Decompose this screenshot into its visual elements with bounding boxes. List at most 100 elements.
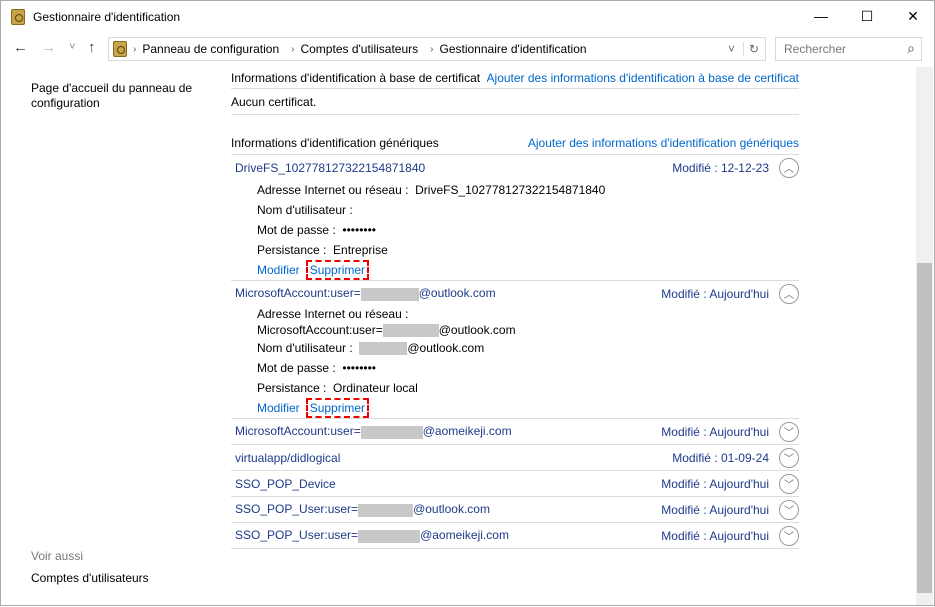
- address-prefix: MicrosoftAccount:user=: [257, 323, 383, 337]
- no-certificate-text: Aucun certificat.: [231, 89, 799, 115]
- name-prefix: SSO_POP_User:user=: [235, 502, 359, 517]
- expand-chevron-icon[interactable]: ﹀: [779, 473, 799, 494]
- password-value: ••••••••: [342, 361, 376, 375]
- search-input[interactable]: Rechercher ⌕: [775, 37, 922, 61]
- modified-date: Modifié : Aujourd'hui: [661, 287, 769, 301]
- modified-label: Modifié :: [661, 424, 707, 439]
- modified-label: Modifié :: [661, 286, 707, 301]
- username-label: Nom d'utilisateur :: [257, 203, 353, 217]
- modified-date: Modifié : Aujourd'hui: [661, 425, 769, 439]
- name-suffix: @aomeikeji.com: [422, 424, 512, 439]
- password-value: ••••••••: [342, 223, 376, 237]
- expand-chevron-icon[interactable]: ﹀: [779, 447, 799, 468]
- credential-item[interactable]: SSO_POP_User:user= @outlook.com Modifié :…: [231, 497, 799, 523]
- credential-item: DriveFS_102778127322154871840 Modifié : …: [231, 155, 799, 281]
- modified-date: Modifié : 01-09-24: [672, 451, 769, 465]
- modified-value: Aujourd'hui: [709, 286, 769, 301]
- modified-value: 01-09-24: [720, 450, 769, 465]
- credential-header[interactable]: DriveFS_102778127322154871840 Modifié : …: [231, 155, 799, 180]
- credential-name: MicrosoftAccount:user= @outlook.com: [235, 286, 661, 301]
- credential-name: MicrosoftAccount:user= @aomeikeji.com: [235, 424, 661, 439]
- window-title: Gestionnaire d'identification: [33, 10, 181, 24]
- close-button[interactable]: ✕: [890, 1, 935, 31]
- generic-header: Informations d'identification génériques…: [231, 131, 799, 155]
- modified-value: Aujourd'hui: [709, 476, 769, 491]
- credentials-pane: Informations d'identification à base de …: [231, 67, 799, 549]
- edit-link[interactable]: Modifier: [257, 401, 300, 415]
- forward-arrow-icon[interactable]: →: [41, 39, 56, 56]
- expand-chevron-icon[interactable]: ﹀: [779, 525, 799, 546]
- collapse-chevron-icon[interactable]: ︿: [779, 157, 799, 178]
- add-generic-link[interactable]: Ajouter des informations d'identificatio…: [528, 136, 799, 150]
- edit-link[interactable]: Modifier: [257, 263, 300, 277]
- credential-details: Adresse Internet ou réseau : DriveFS_102…: [231, 180, 799, 280]
- modified-value: Aujourd'hui: [709, 424, 769, 439]
- name-suffix: @aomeikeji.com: [420, 528, 509, 543]
- modified-date: Modifié : Aujourd'hui: [661, 477, 769, 491]
- modified-label: Modifié :: [661, 502, 707, 517]
- refresh-icon[interactable]: ↻: [742, 42, 759, 56]
- delete-link[interactable]: Supprimer: [305, 260, 370, 280]
- address-bar[interactable]: › Panneau de configuration › Comptes d'uti…: [108, 37, 766, 61]
- credential-item[interactable]: SSO_POP_User:user= @aomeikeji.com Modifié…: [231, 523, 799, 549]
- address-label: Adresse Internet ou réseau :: [257, 183, 409, 197]
- modified-date: Modifié : 12-12-23: [672, 161, 769, 175]
- redacted-block: [382, 324, 439, 338]
- control-panel-home-link[interactable]: Page d'accueil du panneau de configurati…: [31, 81, 201, 111]
- redacted-block: [358, 529, 421, 543]
- back-arrow-icon[interactable]: ←: [13, 39, 28, 56]
- see-also-label: Voir aussi: [31, 549, 84, 563]
- username-label: Nom d'utilisateur :: [257, 341, 353, 355]
- search-placeholder: Rechercher: [784, 42, 847, 56]
- credential-name: SSO_POP_Device: [235, 476, 336, 491]
- redacted-block: [360, 425, 423, 439]
- credential-name: SSO_POP_User:user= @outlook.com: [235, 502, 661, 517]
- credential-header[interactable]: virtualapp/didlogical Modifié : 01-09-24…: [231, 445, 799, 470]
- expand-chevron-icon[interactable]: ﹀: [779, 499, 799, 520]
- name-suffix: @outlook.com: [413, 502, 490, 517]
- modified-value: Aujourd'hui: [709, 502, 769, 517]
- add-certificate-link[interactable]: Ajouter des informations d'identificatio…: [487, 71, 799, 85]
- maximize-button[interactable]: ☐: [844, 1, 890, 31]
- redacted-block: [358, 503, 414, 517]
- modified-label: Modifié :: [672, 450, 718, 465]
- vertical-scrollbar[interactable]: [916, 67, 933, 605]
- credential-name: SSO_POP_User:user= @aomeikeji.com: [235, 528, 661, 543]
- breadcrumb-credential-manager[interactable]: Gestionnaire d'identification: [440, 42, 587, 56]
- credential-item[interactable]: SSO_POP_Device Modifié : Aujourd'hui ﹀: [231, 471, 799, 497]
- generic-section-title: Informations d'identification génériques: [231, 135, 439, 150]
- search-icon[interactable]: ⌕: [907, 40, 915, 57]
- up-arrow-icon[interactable]: ↑: [88, 39, 96, 56]
- user-accounts-link[interactable]: Comptes d'utilisateurs: [31, 571, 149, 585]
- name-prefix: MicrosoftAccount:user=: [235, 286, 361, 301]
- credential-item[interactable]: virtualapp/didlogical Modifié : 01-09-24…: [231, 445, 799, 471]
- title-bar: Gestionnaire d'identification — ☐ ✕: [1, 1, 935, 33]
- modified-value: Aujourd'hui: [709, 528, 769, 543]
- credential-header[interactable]: SSO_POP_User:user= @aomeikeji.com Modifié…: [231, 523, 799, 548]
- credential-header[interactable]: SSO_POP_Device Modifié : Aujourd'hui ﹀: [231, 471, 799, 496]
- location-icon: [113, 41, 127, 57]
- modified-value: 12-12-23: [720, 160, 769, 175]
- credential-header[interactable]: SSO_POP_User:user= @outlook.com Modifié :…: [231, 497, 799, 522]
- address-dropdown-icon[interactable]: ˅: [728, 42, 735, 56]
- username-value: @outlook.com: [407, 341, 485, 355]
- breadcrumb-control-panel[interactable]: Panneau de configuration: [142, 42, 279, 56]
- credential-header[interactable]: MicrosoftAccount:user= @outlook.com Modif…: [231, 281, 799, 306]
- credential-item[interactable]: MicrosoftAccount:user= @aomeikeji.com Mod…: [231, 419, 799, 445]
- collapse-chevron-icon[interactable]: ︿: [779, 283, 799, 304]
- persistence-label: Persistance :: [257, 243, 327, 257]
- modified-date: Modifié : Aujourd'hui: [661, 503, 769, 517]
- expand-chevron-icon[interactable]: ﹀: [779, 421, 799, 442]
- address-value: MicrosoftAccount:user= @outlook.com: [257, 322, 799, 338]
- credential-item: MicrosoftAccount:user= @outlook.com Modif…: [231, 281, 799, 419]
- name-prefix: MicrosoftAccount:user=: [235, 424, 361, 439]
- breadcrumb-user-accounts[interactable]: Comptes d'utilisateurs: [300, 42, 418, 56]
- delete-link[interactable]: Supprimer: [305, 398, 370, 418]
- credential-header[interactable]: MicrosoftAccount:user= @aomeikeji.com Mod…: [231, 419, 799, 444]
- scrollbar-thumb[interactable]: [917, 263, 932, 593]
- recent-locations-icon[interactable]: ˅: [69, 41, 75, 53]
- credential-details: Adresse Internet ou réseau : MicrosoftAc…: [231, 306, 799, 418]
- credential-manager-icon: [11, 9, 25, 25]
- minimize-button[interactable]: —: [798, 1, 844, 31]
- redacted-block: [359, 342, 408, 356]
